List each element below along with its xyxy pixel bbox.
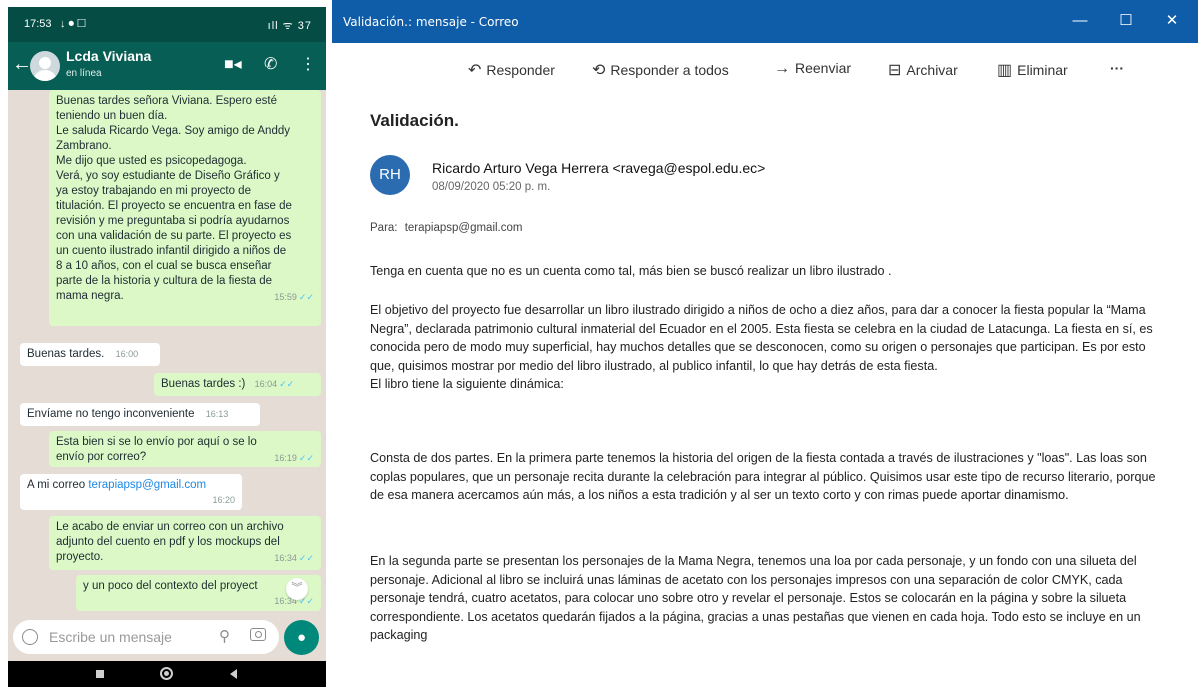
message-time: 16:04 [254,379,278,389]
recents-icon[interactable] [96,670,104,678]
archive-button[interactable]: ⊟ Archivar [888,60,958,80]
message-time: 16:13 [205,409,229,419]
message-input-placeholder[interactable]: Escribe un mensaje [49,629,172,645]
trash-icon: ▥ [997,62,1013,79]
contact-avatar[interactable] [30,51,60,81]
close-icon[interactable]: ✕ [1152,10,1192,32]
message-time: 16:00 [115,349,139,359]
message-text: y un poco del contexto del proyect [83,580,258,592]
chat-message-outgoing[interactable]: y un poco del contexto del proyect 16:34… [76,575,321,611]
reply-icon: ↶ [468,62,482,79]
message-text: Envíame no tengo inconveniente [27,408,195,420]
mail-body-paragraph: En la segunda parte se presentan los per… [370,554,1141,642]
chat-header: ← Lcda Viviana en línea ■◂ ✆ ⋮ [8,42,326,90]
reply-all-button[interactable]: ⟲ Responder a todos [592,60,729,80]
camera-icon[interactable] [250,628,266,641]
window-titlebar: Validación.: mensaje - Correo — ☐ ✕ [332,0,1198,43]
reply-button[interactable]: ↶ Responder [468,60,555,80]
recipient-line: Para: terapiapsp@gmail.com [370,222,522,234]
microphone-icon[interactable]: ● [284,620,319,655]
mail-subject: Validación. [370,111,459,130]
back-triangle-icon[interactable] [230,669,237,679]
forward-button[interactable]: → Reenviar [774,60,851,78]
reply-all-icon: ⟲ [592,62,606,79]
recipient-label: Para: [370,222,398,234]
chat-message-incoming[interactable]: A mi correo terapiapsp@gmail.com 16:20 [20,474,242,510]
message-composer[interactable]: Escribe un mensaje ⚲ [13,620,279,654]
chat-message-outgoing[interactable]: Esta bien si se lo envío por aquí o se l… [49,431,321,467]
sender-name[interactable]: Ricardo Arturo Vega Herrera <ravega@espo… [432,160,765,176]
message-text: Buenas tardes. [27,348,105,360]
delete-button[interactable]: ▥ Eliminar [997,60,1068,80]
contact-name[interactable]: Lcda Viviana [66,48,151,64]
message-time: 16:34 [274,553,297,563]
archive-icon: ⊟ [888,62,902,79]
more-actions-button[interactable]: ··· [1110,60,1124,76]
chat-message-outgoing[interactable]: Buenas tardes señora Viviana. Espero est… [49,90,321,326]
mail-toolbar: ↶ Responder ⟲ Responder a todos → Reenviar … [332,43,1198,93]
forward-icon: → [774,60,790,77]
recipient-address[interactable]: terapiapsp@gmail.com [405,222,523,234]
read-ticks-icon: ✓✓ [298,453,314,463]
whatsapp-phone-screen: 17:53 ↓ ⏺ ☐ ıll ᯤ 37 ← Lcda Viviana en l… [8,7,326,687]
message-text: Buenas tardes :) [161,378,246,390]
chat-message-outgoing[interactable]: Le acabo de enviar un correo con un arch… [49,516,321,570]
read-ticks-icon: ✓✓ [279,379,295,389]
scroll-down-icon[interactable]: ︾ [286,578,308,600]
email-link[interactable]: terapiapsp@gmail.com [88,479,206,491]
status-notification-icons: ↓ ⏺ ☐ [60,18,86,30]
video-call-icon[interactable]: ■◂ [224,56,242,74]
mail-body-paragraph: Consta de dos partes. En la primera part… [370,451,1156,502]
mail-body-paragraph: El objetivo del proyecto fue desarrollar… [370,303,1153,391]
chat-message-incoming[interactable]: Buenas tardes. 16:00 [20,343,160,366]
home-icon[interactable] [160,667,173,680]
chat-message-outgoing[interactable]: Buenas tardes :) 16:04 ✓✓ [154,373,321,396]
read-ticks-icon: ✓✓ [298,553,314,563]
message-time: 16:19 [274,453,297,463]
status-signal-battery-icons: ıll ᯤ 37 [267,20,312,32]
chat-message-incoming[interactable]: Envíame no tengo inconveniente 16:13 [20,403,260,426]
mail-body-paragraph: Tenga en cuenta que no es un cuenta como… [370,264,892,278]
message-time: 15:59 [274,292,297,302]
phone-call-icon[interactable]: ✆ [264,56,277,74]
maximize-icon[interactable]: ☐ [1106,10,1146,32]
mail-window: Validación.: mensaje - Correo — ☐ ✕ ↶ Res… [332,0,1198,689]
window-title: Validación.: mensaje - Correo [343,15,519,29]
back-arrow-icon[interactable]: ← [12,54,32,74]
android-status-bar: 17:53 ↓ ⏺ ☐ ıll ᯤ 37 [8,7,326,42]
message-text: Buenas tardes señora Viviana. Espero est… [56,95,292,302]
android-navigation-bar [8,661,326,687]
status-time: 17:53 [24,18,52,30]
minimize-icon[interactable]: — [1060,10,1100,32]
contact-presence: en línea [66,68,102,79]
overflow-menu-icon[interactable]: ⋮ [300,56,316,74]
message-time: 16:20 [212,495,235,505]
sender-avatar[interactable]: RH [370,155,410,195]
message-text: A mi correo [27,479,89,491]
attach-clip-icon[interactable]: ⚲ [219,627,230,645]
mail-date: 08/09/2020 05:20 p. m. [432,181,551,193]
read-ticks-icon: ✓✓ [298,292,314,302]
emoji-icon[interactable] [22,629,38,645]
